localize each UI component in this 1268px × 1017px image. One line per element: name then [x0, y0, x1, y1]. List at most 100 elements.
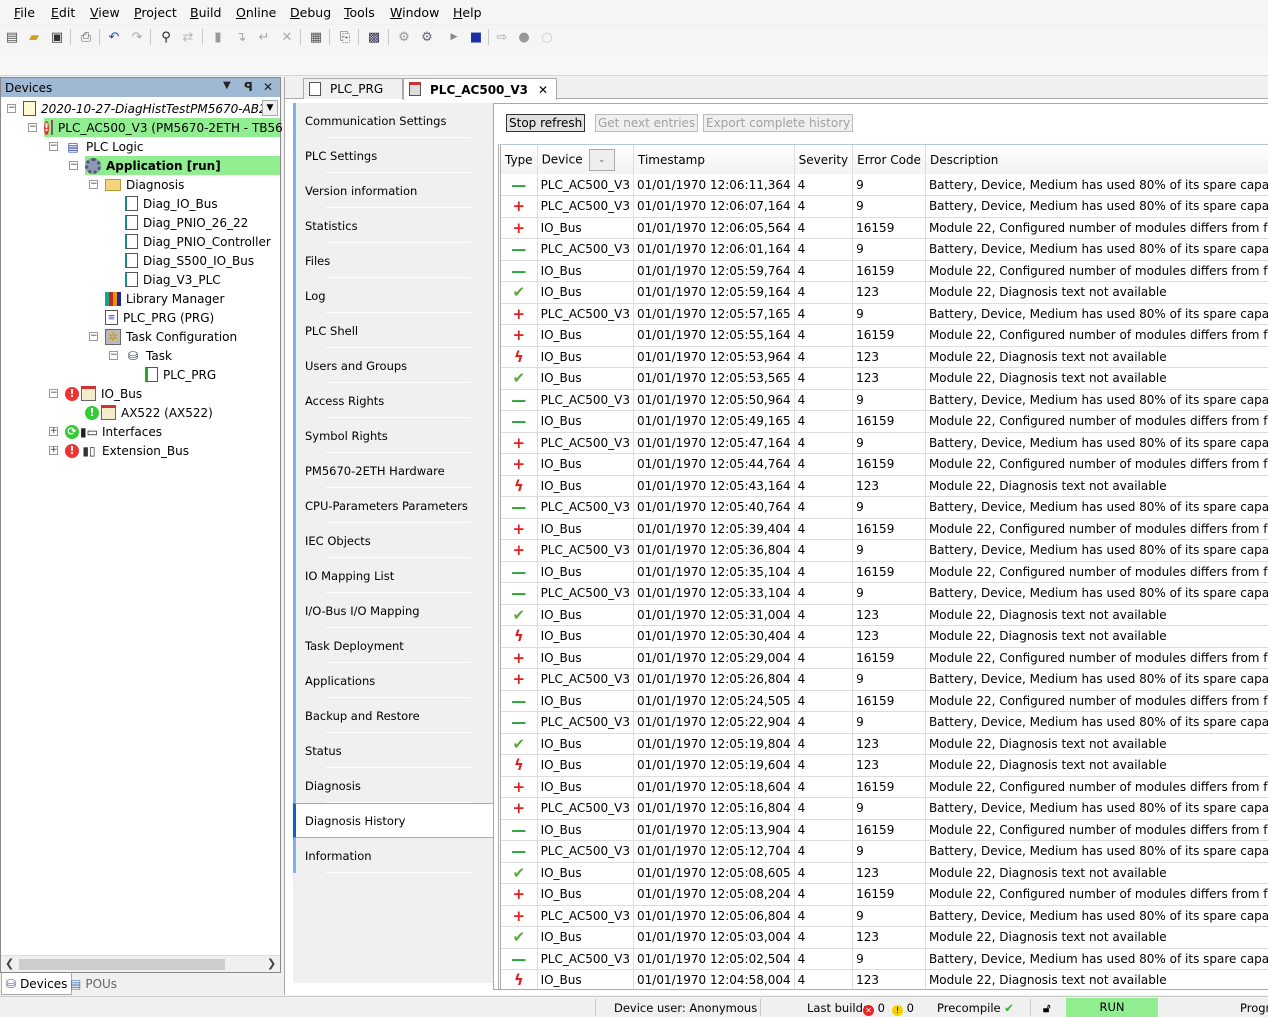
table-row[interactable]: ϟ IO_Bus 01/01/1970 12:05:43,164 4 123 Module… — [501, 475, 1268, 497]
table-row[interactable]: ✔ IO_Bus 01/01/1970 12:05:19,804 4 123 Module… — [501, 733, 1268, 755]
tree-node[interactable]: ! AX522 (AX522) — [85, 403, 215, 422]
undo-icon[interactable]: ↶ — [106, 29, 122, 45]
nav-item-access-rights[interactable]: Access Rights — [293, 383, 493, 418]
tree-node[interactable]: ≡ PLC_PRG (PRG) — [105, 308, 216, 327]
nav-item-log[interactable]: Log — [293, 278, 493, 313]
column-header-description[interactable]: Description — [925, 145, 1268, 174]
start-icon[interactable]: ▶ — [446, 29, 462, 45]
table-row[interactable]: + IO_Bus 01/01/1970 12:05:08,204 4 16159 Modu… — [501, 883, 1268, 906]
export-icon[interactable]: ⎘ — [337, 29, 353, 45]
menu-window[interactable]: Window — [390, 5, 439, 20]
device-filter-dropdown[interactable]: ⌄ — [588, 148, 615, 171]
tree-node[interactable]: Library Manager — [105, 289, 226, 308]
tab-devices[interactable]: ⛁ Devices — [1, 973, 73, 995]
menu-view[interactable]: View — [90, 5, 120, 20]
tree-node[interactable]: ⛁ Task — [125, 346, 174, 365]
table-row[interactable]: ✔ IO_Bus 01/01/1970 12:05:31,004 4 123 Module… — [501, 604, 1268, 626]
table-row[interactable]: — IO_Bus 01/01/1970 12:05:59,764 4 16159 Modu… — [501, 260, 1268, 282]
tree-node[interactable]: ! ▮▯ Extension_Bus — [65, 441, 191, 460]
tree-node[interactable]: Diag_V3_PLC — [125, 270, 223, 289]
column-header-timestamp[interactable]: Timestamp — [633, 145, 795, 174]
table-row[interactable]: + PLC_AC500_V3 01/01/1970 12:05:16,804 4 9 Ba… — [501, 797, 1268, 820]
breakpoint-icon[interactable]: ● — [516, 29, 532, 45]
tree-node[interactable]: ! PLC_AC500_V3 (PM5670-2ETH - TB5610-2ETH… — [44, 118, 339, 137]
breakpoint-disabled-icon[interactable]: ○ — [539, 29, 555, 45]
tree-node[interactable]: Diag_PNIO_26_22 — [125, 213, 250, 232]
clear-bookmark-icon[interactable]: ✕ — [279, 29, 295, 45]
paste-icon[interactable]: ▦ — [308, 29, 324, 45]
menu-online[interactable]: Online — [236, 5, 276, 20]
export-history-button[interactable]: Export complete history — [703, 114, 854, 132]
nav-item-status[interactable]: Status — [293, 733, 493, 768]
menu-debug[interactable]: Debug — [290, 5, 331, 20]
collapse-icon[interactable]: − — [69, 161, 78, 170]
table-row[interactable]: — IO_Bus 01/01/1970 12:05:24,505 4 16159 Modu… — [501, 690, 1268, 712]
build-icon[interactable]: ▩ — [366, 29, 382, 45]
next-bookmark-icon[interactable]: ↴ — [233, 29, 249, 45]
tree-node[interactable]: Application [run] — [85, 156, 280, 175]
scrollbar-thumb[interactable] — [19, 959, 225, 970]
nav-item-statistics[interactable]: Statistics — [293, 208, 493, 243]
collapse-icon[interactable]: − — [49, 142, 58, 151]
table-row[interactable]: + IO_Bus 01/01/1970 12:05:18,604 4 16159 Modu… — [501, 776, 1268, 798]
scroll-left-icon[interactable]: ❮ — [5, 957, 14, 970]
unlock-icon[interactable]: 🔓︎ — [1043, 1001, 1050, 1016]
table-row[interactable]: ✔ IO_Bus 01/01/1970 12:05:03,004 4 123 Module… — [501, 926, 1268, 949]
column-header-error-code[interactable]: Error Code — [852, 145, 926, 174]
table-row[interactable]: ϟ IO_Bus 01/01/1970 12:05:53,964 4 123 Module… — [501, 346, 1268, 368]
precompile-status[interactable]: Precompile ✔ — [937, 1001, 1014, 1015]
table-row[interactable]: + PLC_AC500_V3 01/01/1970 12:05:57,165 4 9 Ba… — [501, 303, 1268, 325]
table-row[interactable]: — PLC_AC500_V3 01/01/1970 12:05:22,904 4 9 Ba… — [501, 711, 1268, 734]
panel-menu-icon[interactable]: ▼ — [223, 80, 231, 91]
menu-edit[interactable]: Edit — [51, 5, 75, 20]
close-tab-icon[interactable]: ✕ — [538, 83, 548, 97]
get-next-entries-button[interactable]: Get next entries — [595, 114, 699, 132]
save-icon[interactable]: ▣ — [49, 29, 65, 45]
expand-icon[interactable]: + — [49, 446, 58, 455]
table-row[interactable]: + IO_Bus 01/01/1970 12:05:39,404 4 16159 Modu… — [501, 518, 1268, 540]
table-row[interactable]: — PLC_AC500_V3 01/01/1970 12:06:11,364 4 9 Ba… — [501, 174, 1268, 196]
print-icon[interactable]: ⎙ — [78, 29, 94, 45]
nav-item-iec-objects[interactable]: IEC Objects — [293, 523, 493, 558]
find-icon[interactable]: ⚲ — [158, 29, 174, 45]
nav-item-backup-and-restore[interactable]: Backup and Restore — [293, 698, 493, 733]
tree-node[interactable]: 2020-10-27-DiagHistTestPM5670-AB24 — [23, 99, 276, 118]
pin-icon[interactable]: ꟼ — [244, 80, 253, 94]
table-row[interactable]: ✔ IO_Bus 01/01/1970 12:05:59,164 4 123 Module… — [501, 281, 1268, 304]
close-icon[interactable]: ✕ — [263, 80, 273, 94]
stop-icon[interactable]: ■ — [468, 29, 484, 45]
table-row[interactable]: — PLC_AC500_V3 01/01/1970 12:05:40,764 4 9 Ba… — [501, 496, 1268, 519]
tab-pous[interactable]: ▤ POUs — [66, 973, 121, 995]
collapse-icon[interactable]: − — [28, 123, 37, 132]
menu-file[interactable]: File — [14, 5, 35, 20]
collapse-icon[interactable]: − — [89, 332, 98, 341]
table-row[interactable]: ϟ IO_Bus 01/01/1970 12:05:30,404 4 123 Module… — [501, 625, 1268, 648]
table-row[interactable]: + PLC_AC500_V3 01/01/1970 12:06:07,164 4 9 Ba… — [501, 195, 1268, 218]
tree-node[interactable]: Diag_PNIO_Controller — [125, 232, 273, 251]
nav-item-information[interactable]: Information — [293, 838, 493, 873]
table-row[interactable]: — IO_Bus 01/01/1970 12:05:35,104 4 16159 Modu… — [501, 561, 1268, 583]
build-warnings[interactable]: ! 0 — [892, 1001, 914, 1016]
table-row[interactable]: — PLC_AC500_V3 01/01/1970 12:05:33,104 4 9 Ba… — [501, 582, 1268, 605]
horizontal-scrollbar[interactable]: ❮ ❯ — [1, 955, 280, 972]
tree-node[interactable]: Diagnosis — [105, 175, 186, 194]
table-row[interactable]: — PLC_AC500_V3 01/01/1970 12:05:12,704 4 9 Ba… — [501, 840, 1268, 863]
tab-plc-ac500-v3[interactable]: PLC_AC500_V3 ✕ — [403, 78, 558, 100]
nav-item-diagnosis[interactable]: Diagnosis — [293, 768, 493, 803]
table-row[interactable]: — IO_Bus 01/01/1970 12:05:49,165 4 16159 Modu… — [501, 410, 1268, 433]
scroll-right-icon[interactable]: ❯ — [267, 957, 276, 970]
table-row[interactable]: + PLC_AC500_V3 01/01/1970 12:05:26,804 4 9 Ba… — [501, 668, 1268, 691]
nav-item-cpu-parameters-parameters[interactable]: CPU-Parameters Parameters — [293, 488, 493, 523]
table-row[interactable]: — IO_Bus 01/01/1970 12:05:13,904 4 16159 Modu… — [501, 819, 1268, 841]
replace-icon[interactable]: ⇄ — [180, 29, 196, 45]
nav-item-pm5670-2eth-hardware[interactable]: PM5670-2ETH Hardware — [293, 453, 493, 488]
table-row[interactable]: — PLC_AC500_V3 01/01/1970 12:06:01,164 4 9 Ba… — [501, 238, 1268, 261]
table-row[interactable]: — PLC_AC500_V3 01/01/1970 12:05:02,504 4 9 Ba… — [501, 948, 1268, 970]
nav-item-io-mapping-list[interactable]: IO Mapping List — [293, 558, 493, 593]
column-header-device[interactable]: Device ⌄ — [537, 145, 635, 174]
nav-item-users-and-groups[interactable]: Users and Groups — [293, 348, 493, 383]
login-icon[interactable]: ⚙ — [396, 29, 412, 45]
bookmark-icon[interactable]: ▮ — [210, 29, 226, 45]
nav-item-plc-settings[interactable]: PLC Settings — [293, 138, 493, 173]
nav-item-task-deployment[interactable]: Task Deployment — [293, 628, 493, 663]
